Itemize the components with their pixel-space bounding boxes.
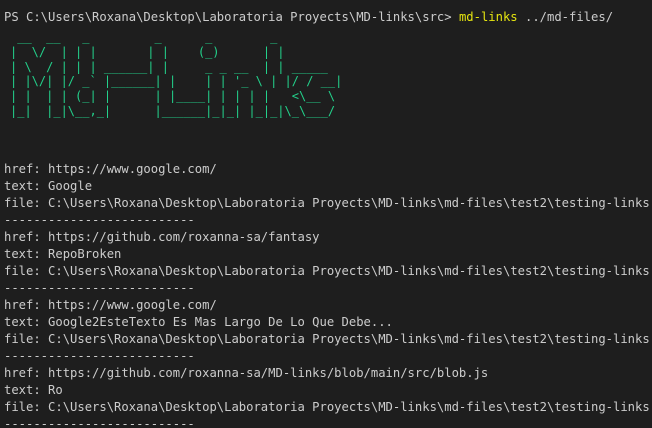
banner-line: | \ / | | | ______| | _ _ __ | | _____: [10, 59, 328, 74]
top-separator: --------------------------: [4, 0, 195, 8]
link-separator: --------------------------: [4, 417, 195, 428]
link-href: href: https://www.google.com/: [4, 162, 217, 176]
link-text: text: Google: [4, 179, 93, 193]
ascii-banner: __ __ _ _ _ _ | \/ | | | | | (_) | | | \ /…: [10, 30, 342, 119]
link-file: file: C:\Users\Roxana\Desktop\Laboratori…: [4, 264, 652, 278]
link-separator: --------------------------: [4, 213, 195, 227]
link-href: href: https://github.com/roxanna-sa/MD-l…: [4, 366, 489, 380]
prompt-line: PS C:\Users\Roxana\Desktop\Laboratoria P…: [4, 9, 613, 26]
prompt-args: ../md-files/: [517, 10, 614, 24]
link-file: file: C:\Users\Roxana\Desktop\Laboratori…: [4, 332, 652, 346]
link-text: text: Google2EsteTexto Es Mas Largo De L…: [4, 315, 393, 329]
link-text: text: Ro: [4, 383, 63, 397]
link-file: file: C:\Users\Roxana\Desktop\Laboratori…: [4, 400, 652, 414]
link-file: file: C:\Users\Roxana\Desktop\Laboratori…: [4, 196, 652, 210]
prompt-path: PS C:\Users\Roxana\Desktop\Laboratoria P…: [4, 10, 459, 24]
banner-line: __ __ _ _ _ _: [10, 30, 278, 44]
banner-line: | | | | (_| | | |____| | | | | <\__ \: [10, 89, 336, 104]
banner-line: |_| |_|\__,_| |______|_|_| |_|_|\_\___/: [10, 103, 336, 118]
banner-line: | \/ | | | | | (_) | |: [10, 44, 285, 59]
link-separator: --------------------------: [4, 349, 195, 363]
link-href: href: https://www.google.com/: [4, 298, 217, 312]
link-href: href: https://github.com/roxanna-sa/fant…: [4, 230, 320, 244]
link-separator: --------------------------: [4, 281, 195, 295]
terminal-panel[interactable]: -------------------------- PS C:\Users\R…: [0, 0, 652, 428]
link-text: text: RepoBroken: [4, 247, 122, 261]
banner-line: | |\/| |/ _` |______| | | | '_ \ | |/ / …: [10, 74, 343, 89]
prompt-command: md-links: [458, 10, 518, 24]
